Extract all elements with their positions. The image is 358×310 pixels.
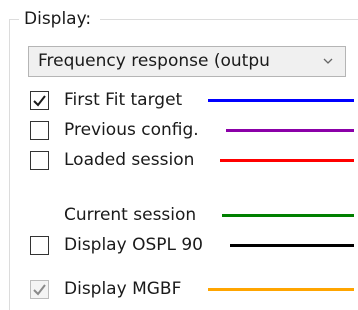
display-ospl-90-color-swatch	[230, 244, 354, 247]
current-session-color-swatch	[222, 214, 354, 217]
group-label: Display:	[22, 9, 94, 29]
option-display-mgbf: Display MGBF	[0, 275, 358, 305]
option-loaded-session: Loaded session	[0, 146, 358, 176]
previous-config-color-swatch	[226, 129, 354, 132]
current-session-label: Current session	[64, 205, 201, 226]
first-fit-target-label: First Fit target	[64, 90, 187, 111]
dropdown-selected-value: Frequency response (outpu	[38, 51, 270, 71]
loaded-session-label: Loaded session	[64, 150, 199, 171]
option-display-ospl-90: Display OSPL 90	[0, 231, 358, 261]
chevron-down-icon	[321, 53, 335, 67]
option-first-fit-target: First Fit target	[0, 86, 358, 116]
loaded-session-checkbox[interactable]	[30, 151, 49, 170]
option-previous-config: Previous config.	[0, 116, 358, 146]
first-fit-target-checkbox[interactable]	[30, 91, 49, 110]
loaded-session-color-swatch	[220, 159, 354, 162]
display-ospl-90-label: Display OSPL 90	[64, 235, 207, 256]
previous-config-label: Previous config.	[64, 120, 203, 141]
display-mgbf-color-swatch	[208, 288, 354, 291]
checkmark-icon	[33, 284, 46, 296]
display-ospl-90-checkbox[interactable]	[30, 236, 49, 255]
display-mgbf-label: Display MGBF	[64, 279, 186, 300]
option-current-session: Current session	[0, 201, 358, 231]
display-group: Display: Frequency response (outpu First…	[0, 0, 358, 310]
checkmark-icon	[33, 95, 46, 107]
group-frame-corner	[9, 19, 19, 20]
first-fit-target-color-swatch	[208, 99, 354, 102]
display-mgbf-checkbox[interactable]	[30, 280, 49, 299]
group-frame-top	[100, 19, 358, 20]
previous-config-checkbox[interactable]	[30, 121, 49, 140]
display-mode-dropdown[interactable]: Frequency response (outpu	[28, 46, 346, 77]
